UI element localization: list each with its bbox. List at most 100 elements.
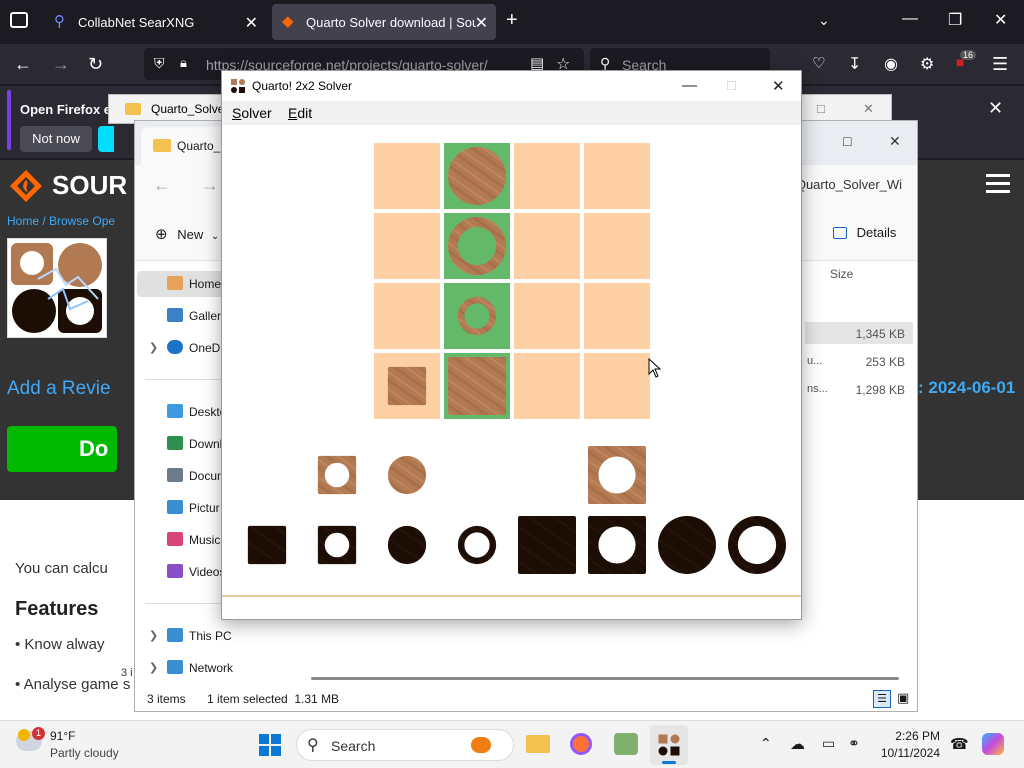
download-button[interactable]: Do <box>7 426 117 472</box>
sourceforge-logo-text[interactable]: SOUR <box>52 170 127 201</box>
tab-list-icon[interactable] <box>10 12 28 28</box>
quarto-piece[interactable] <box>457 296 497 336</box>
board-cell[interactable] <box>374 213 440 279</box>
close-window-icon[interactable]: ✕ <box>994 10 1007 30</box>
board-cell[interactable] <box>584 143 650 209</box>
horizontal-scrollbar[interactable] <box>311 677 899 680</box>
board-cell[interactable] <box>374 143 440 209</box>
file-name[interactable]: u... <box>807 355 822 367</box>
nav-item-music[interactable]: Music <box>167 527 220 553</box>
list-all-tabs-icon[interactable]: ⌄ <box>818 12 830 29</box>
quarto-taskbar-button[interactable] <box>650 725 688 765</box>
set-default-button[interactable] <box>98 126 114 152</box>
pocket-icon[interactable]: ♡ <box>812 54 825 72</box>
file-explorer-taskbar-icon[interactable] <box>526 735 550 753</box>
close-icon[interactable]: ✕ <box>889 133 901 150</box>
tab-quarto-solver[interactable]: ◆ Quarto Solver download | Sourc ✕ <box>272 4 496 40</box>
copilot-icon[interactable] <box>982 733 1004 755</box>
board-cell[interactable] <box>514 353 580 419</box>
account-icon[interactable]: ◉ <box>884 54 898 74</box>
quarto-piece[interactable] <box>658 516 716 574</box>
chevron-up-icon[interactable]: ⌃ <box>760 735 772 752</box>
quarto-piece[interactable] <box>448 217 506 275</box>
nav-item-downloads[interactable]: Downl <box>167 431 222 457</box>
board-cell[interactable] <box>584 353 650 419</box>
quarto-piece[interactable] <box>448 147 506 205</box>
quarto-piece[interactable] <box>518 516 576 574</box>
minimize-icon[interactable]: — <box>902 10 918 28</box>
minimize-icon[interactable]: — <box>682 77 697 94</box>
nav-item-pictures[interactable]: Pictur <box>167 495 220 521</box>
quarto-piece[interactable] <box>448 357 506 415</box>
board-cell[interactable] <box>374 283 440 349</box>
clock-date[interactable]: 10/11/2024 <box>874 746 940 760</box>
new-button[interactable]: ⊕ New ⌄ <box>155 225 219 243</box>
restore-icon[interactable]: ❐ <box>948 10 962 30</box>
close-icon[interactable]: ✕ <box>245 13 258 33</box>
nav-item-desktop[interactable]: Deskto <box>167 399 226 425</box>
quarto-piece[interactable] <box>588 516 646 574</box>
settings-app-taskbar-icon[interactable] <box>614 733 638 755</box>
quarto-piece[interactable] <box>387 455 427 495</box>
nav-item-documents[interactable]: Docun <box>167 463 224 489</box>
board-cell[interactable] <box>514 213 580 279</box>
nav-item-network[interactable]: Network <box>167 655 233 681</box>
nav-item-this-pc[interactable]: This PC <box>167 623 232 649</box>
close-icon[interactable]: ✕ <box>988 98 1003 119</box>
clock-time[interactable]: 2:26 PM <box>890 729 940 743</box>
quarto-board-canvas[interactable] <box>222 125 801 597</box>
quarto-piece[interactable] <box>457 525 497 565</box>
forward-arrow-icon[interactable]: → <box>201 175 219 196</box>
maximize-icon[interactable]: □ <box>817 101 825 116</box>
reload-icon[interactable]: ↻ <box>88 54 103 75</box>
list-view-icon[interactable]: ☰ <box>873 690 891 708</box>
size-column-header[interactable]: Size <box>830 267 853 281</box>
close-icon[interactable]: ✕ <box>863 101 874 117</box>
details-button[interactable]: Details <box>833 225 896 240</box>
close-icon[interactable]: ✕ <box>475 13 488 33</box>
file-name[interactable]: ns... <box>807 383 828 395</box>
display-icon[interactable]: ▭ <box>822 735 835 752</box>
menu-edit[interactable]: Edit <box>288 105 312 121</box>
quarto-piece[interactable] <box>317 455 357 495</box>
windows-start-icon[interactable] <box>258 733 282 757</box>
extensions-icon[interactable]: ⚙ <box>920 54 934 74</box>
shield-icon[interactable]: ⛨ <box>154 55 165 72</box>
notification-bell-icon[interactable]: ☎ <box>950 735 969 753</box>
quarto-piece[interactable] <box>387 366 427 406</box>
chevron-right-icon[interactable]: ❯ <box>149 661 158 674</box>
quarto-piece[interactable] <box>588 446 646 504</box>
tile-view-icon[interactable]: ▣ <box>897 690 909 706</box>
available-pieces[interactable] <box>247 446 786 574</box>
address-path[interactable]: n Quarto_Solver_Wi <box>785 177 902 192</box>
maximize-icon[interactable]: □ <box>843 133 851 149</box>
taskbar-search[interactable]: ⚲ Search <box>296 729 514 761</box>
quarto-piece[interactable] <box>317 525 357 565</box>
app-menu-icon[interactable]: ☰ <box>992 54 1008 75</box>
sourceforge-logo-icon[interactable] <box>8 168 44 204</box>
back-arrow-icon[interactable]: ← <box>153 175 171 196</box>
tab-searxng[interactable]: ⚲ CollabNet SearXNG ✕ <box>44 4 266 40</box>
menu-solver[interactable]: Solver <box>232 105 272 121</box>
new-tab-icon[interactable]: + <box>506 9 518 32</box>
breadcrumb[interactable]: Home / Browse Ope <box>7 214 115 228</box>
quarto-piece[interactable] <box>387 525 427 565</box>
onedrive-status-icon[interactable]: ☁ <box>790 735 805 753</box>
add-review-link[interactable]: Add a Revie <box>7 378 111 400</box>
lock-icon[interactable]: 🔒︎ <box>180 55 187 71</box>
board-cell[interactable] <box>584 213 650 279</box>
not-now-button[interactable]: Not now <box>20 126 92 152</box>
firefox-taskbar-icon[interactable] <box>570 733 592 755</box>
quarto-piece[interactable] <box>247 525 287 565</box>
board-cell[interactable] <box>584 283 650 349</box>
maximize-icon[interactable]: □ <box>727 77 736 94</box>
forward-arrow-icon[interactable]: → <box>52 54 70 75</box>
quarto-title-bar[interactable]: Quarto! 2x2 Solver — □ ✕ <box>222 71 801 101</box>
hamburger-menu-icon[interactable] <box>986 174 1010 198</box>
quarto-piece[interactable] <box>728 516 786 574</box>
nav-item-gallery[interactable]: Galler <box>167 303 221 329</box>
nav-item-onedrive[interactable]: OneDr <box>167 335 224 361</box>
downloads-icon[interactable]: ↧ <box>848 54 861 74</box>
chevron-right-icon[interactable]: ❯ <box>149 341 158 354</box>
nav-item-videos[interactable]: Videos <box>167 559 225 585</box>
